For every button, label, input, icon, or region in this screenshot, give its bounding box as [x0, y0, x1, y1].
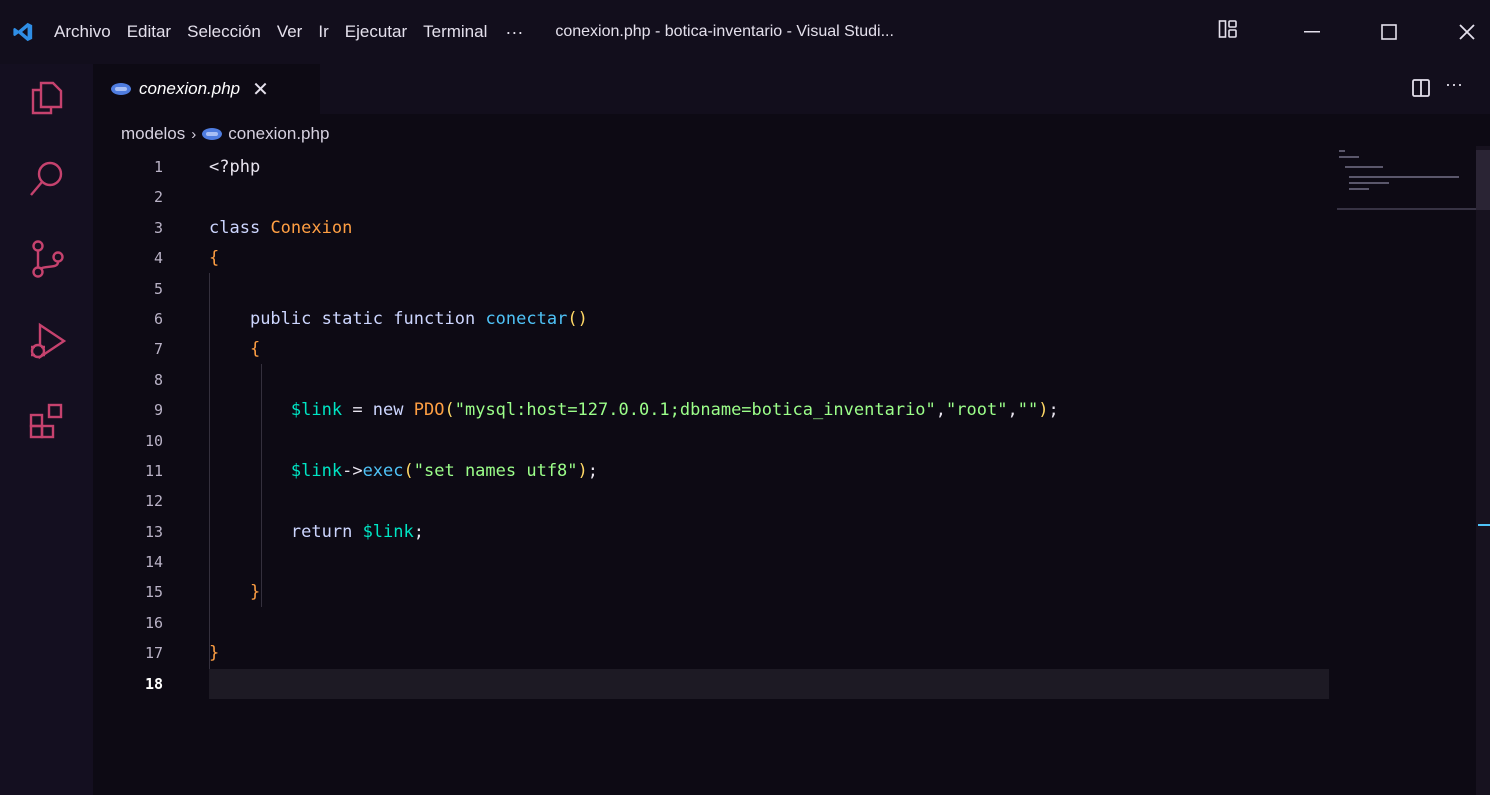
code-line[interactable]: <?php	[209, 152, 1329, 182]
scrollbar-cursor-marker	[1478, 524, 1490, 526]
menu-bar: Archivo Editar Selección Ver Ir Ejecutar…	[46, 0, 539, 64]
line-number: 14	[144, 553, 163, 572]
code-line[interactable]	[209, 547, 1329, 577]
line-number: 17	[144, 644, 163, 663]
editor-more-actions-button[interactable]: ···	[1445, 74, 1463, 95]
menu-ir[interactable]: Ir	[310, 0, 336, 64]
menu-ver[interactable]: Ver	[269, 0, 311, 64]
tab-close-button[interactable]: ✕	[252, 77, 269, 102]
code-line[interactable]	[209, 668, 1329, 700]
line-number: 6	[153, 309, 163, 328]
search-icon[interactable]	[24, 156, 70, 202]
breadcrumb-chevron-icon: ›	[191, 125, 197, 143]
activity-bar	[0, 64, 93, 795]
explorer-icon[interactable]	[24, 74, 70, 120]
code-line[interactable]: {	[209, 334, 1329, 364]
line-number: 10	[144, 431, 163, 450]
line-number: 2	[153, 188, 163, 207]
line-number-gutter: 1 2 3 4 5 6 7 8 9 10 11 12 13 14 15 16 17 18	[93, 152, 163, 699]
line-number: 11	[144, 461, 163, 480]
run-debug-icon[interactable]	[24, 318, 70, 364]
line-number: 12	[144, 492, 163, 511]
window-title: conexion.php - botica-inventario - Visua…	[555, 23, 894, 40]
breadcrumb-folder[interactable]: modelos	[121, 124, 185, 144]
code-line[interactable]	[209, 274, 1329, 304]
code-line[interactable]: }	[209, 638, 1329, 668]
code-line[interactable]: $link->exec("set names utf8");	[209, 456, 1329, 486]
minimize-icon[interactable]	[1289, 0, 1335, 64]
tab-conexion-php[interactable]: conexion.php ✕	[93, 64, 320, 114]
extensions-icon[interactable]	[24, 398, 70, 444]
php-file-icon	[202, 128, 223, 140]
code-line[interactable]	[209, 486, 1329, 516]
code-editor[interactable]: 1 2 3 4 5 6 7 8 9 10 11 12 13 14 15 16 17 18 <?php class C…	[93, 146, 1490, 795]
line-number: 9	[153, 401, 163, 420]
line-number: 3	[153, 218, 163, 237]
line-number: 5	[153, 279, 163, 298]
code-area[interactable]: <?php class Conexion{ public static funct…	[209, 152, 1329, 700]
line-number: 8	[153, 370, 163, 389]
scrollbar-thumb[interactable]	[1476, 150, 1490, 210]
code-line[interactable]	[209, 365, 1329, 395]
minimap-line	[1349, 182, 1389, 184]
minimap-line	[1349, 188, 1369, 190]
menu-archivo[interactable]: Archivo	[46, 0, 119, 64]
breadcrumb-file[interactable]: conexion.php	[228, 124, 329, 144]
code-line[interactable]: }	[209, 577, 1329, 607]
vertical-scrollbar[interactable]	[1476, 146, 1490, 795]
minimap-line	[1349, 176, 1459, 178]
split-editor-icon[interactable]	[1411, 78, 1431, 103]
code-line[interactable]: class Conexion	[209, 213, 1329, 243]
menu-terminal[interactable]: Terminal	[415, 0, 495, 64]
menu-ejecutar[interactable]: Ejecutar	[337, 0, 415, 64]
php-file-icon	[111, 83, 131, 95]
maximize-icon[interactable]	[1366, 0, 1412, 64]
tab-label: conexion.php	[139, 79, 241, 98]
code-line[interactable]	[209, 426, 1329, 456]
close-window-icon[interactable]	[1444, 0, 1490, 64]
code-line[interactable]	[209, 182, 1329, 212]
line-number: 13	[144, 522, 163, 541]
breadcrumb: modelos › conexion.php	[121, 122, 329, 146]
line-number: 18	[144, 674, 163, 693]
menu-more-button[interactable]: ···	[495, 22, 539, 43]
tab-bar: conexion.php ✕ ···	[93, 64, 1490, 114]
menu-seleccion[interactable]: Selección	[179, 0, 269, 64]
line-number: 4	[153, 249, 163, 268]
code-line[interactable]: return $link;	[209, 517, 1329, 547]
minimap-viewport	[1337, 208, 1485, 210]
minimap-line	[1339, 150, 1345, 152]
minimap-line	[1345, 166, 1383, 168]
code-line[interactable]: $link = new PDO("mysql:host=127.0.0.1;db…	[209, 395, 1329, 425]
code-line[interactable]: {	[209, 243, 1329, 273]
source-control-icon[interactable]	[24, 236, 70, 282]
line-number: 1	[153, 158, 163, 176]
menu-editar[interactable]: Editar	[119, 0, 179, 64]
line-number: 7	[153, 340, 163, 359]
minimap-line	[1339, 156, 1359, 158]
minimap[interactable]	[1335, 146, 1485, 216]
line-number: 16	[144, 613, 163, 632]
vscode-logo-icon	[0, 0, 46, 64]
line-number: 15	[144, 583, 163, 602]
customize-layout-icon[interactable]	[1218, 19, 1238, 46]
title-bar: Archivo Editar Selección Ver Ir Ejecutar…	[0, 0, 1490, 64]
code-line[interactable]: public static function conectar()	[209, 304, 1329, 334]
code-line[interactable]	[209, 608, 1329, 638]
